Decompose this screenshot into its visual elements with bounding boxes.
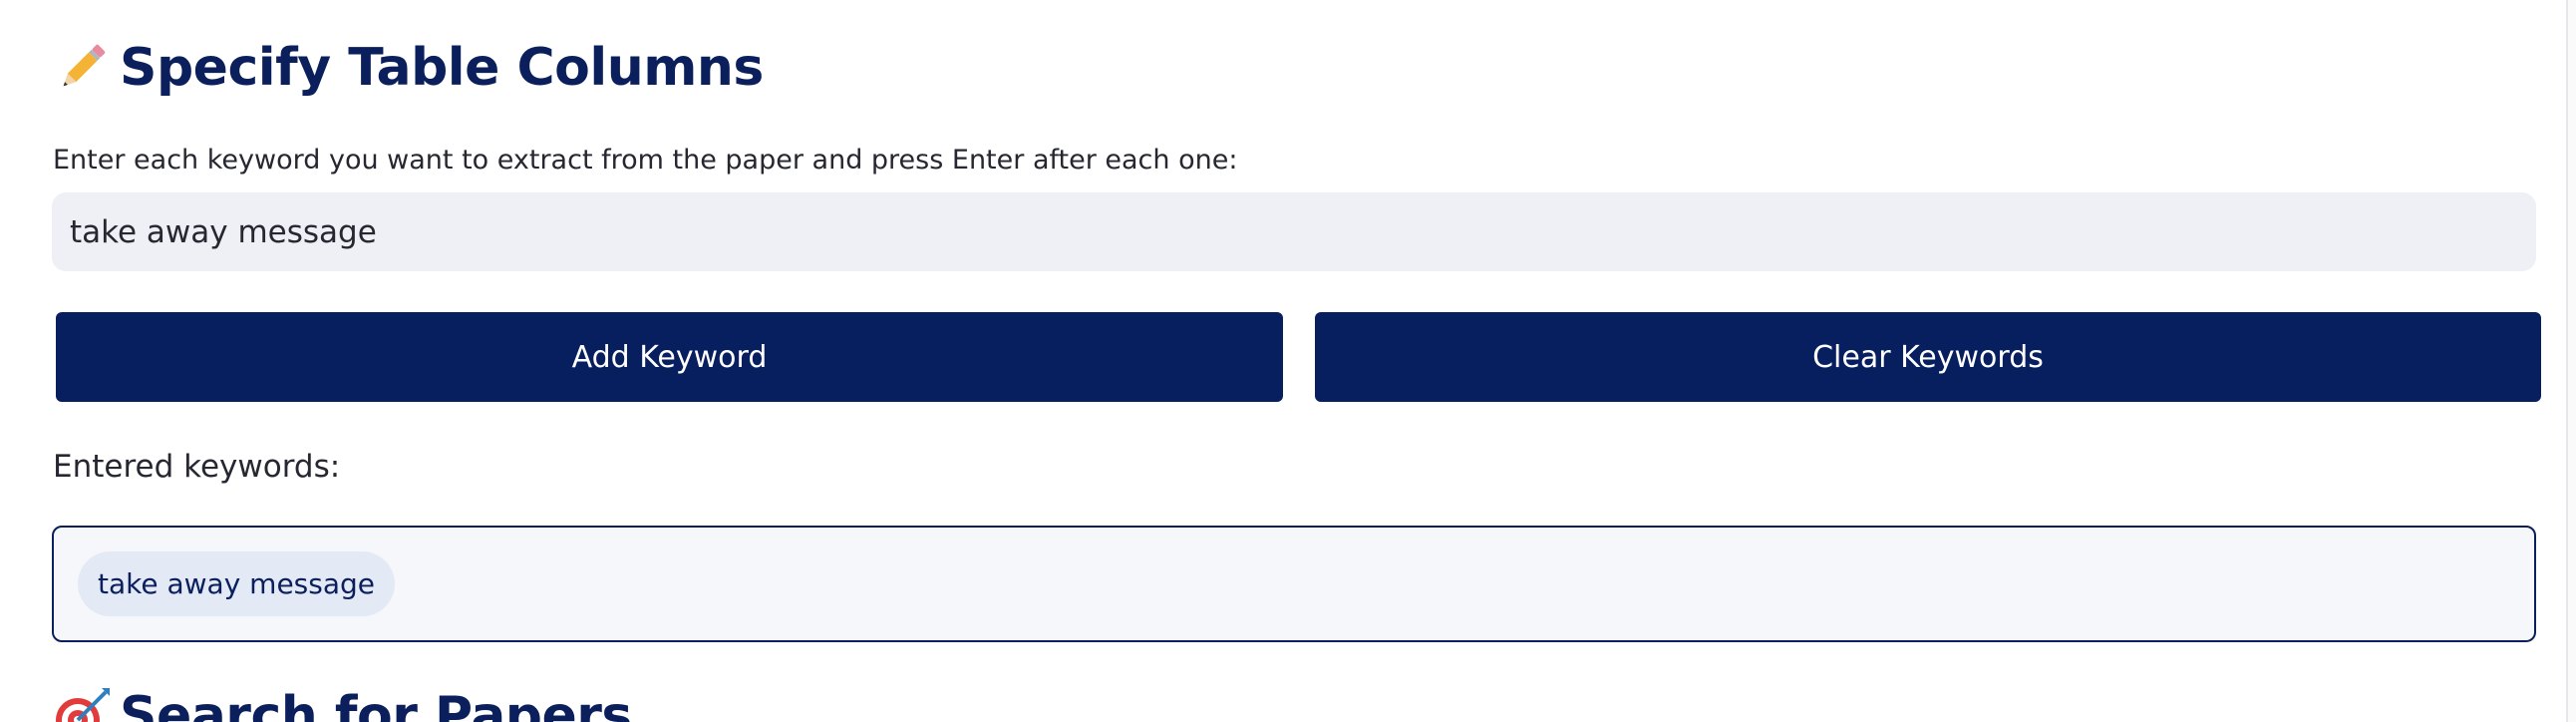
target-icon — [52, 686, 112, 722]
entered-keywords-label: Entered keywords: — [53, 449, 341, 485]
section-heading-text: Specify Table Columns — [120, 38, 764, 98]
section-heading-search-papers: Search for Papers — [52, 686, 632, 722]
section-heading-specify-columns: Specify Table Columns — [52, 38, 764, 98]
keyword-input-label: Enter each keyword you want to extract f… — [53, 145, 1238, 176]
clear-keywords-button[interactable]: Clear Keywords — [1315, 312, 2541, 402]
clear-keywords-button-label: Clear Keywords — [1812, 339, 2044, 375]
pencil-icon — [52, 38, 112, 98]
add-keyword-button-label: Add Keyword — [571, 339, 768, 375]
entered-keywords-box: take away message — [52, 526, 2536, 642]
app-page: Specify Table Columns Enter each keyword… — [0, 0, 2576, 722]
keyword-chip: take away message — [78, 551, 396, 616]
section-heading-text: Search for Papers — [120, 686, 632, 722]
add-keyword-button[interactable]: Add Keyword — [56, 312, 1283, 402]
keyword-input[interactable] — [52, 192, 2536, 271]
scrollbar[interactable] — [2566, 0, 2576, 722]
